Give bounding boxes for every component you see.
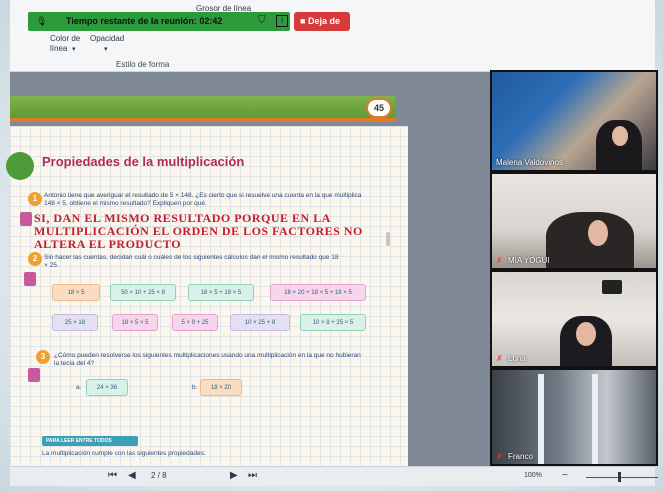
page-number-badge: 45 xyxy=(366,98,392,118)
option-box: 18 × 5 xyxy=(52,284,100,301)
read-together-tag: PARA LEER ENTRE TODOS xyxy=(42,436,138,446)
stop-icon: ■ xyxy=(300,16,306,26)
participant-name: MIA YOGUI xyxy=(508,256,550,265)
page-indicator[interactable]: 2 / 8 xyxy=(151,471,167,480)
zoom-slider[interactable] xyxy=(586,477,658,478)
video-tile[interactable]: ✗ Franco xyxy=(490,368,658,466)
shield-icon[interactable]: ⛉ xyxy=(258,15,266,26)
question-number-3: 3 xyxy=(36,350,50,364)
microphone-icon[interactable]: 🎙︎ xyxy=(36,16,47,27)
question-3-text: ¿Cómo pueden resolverse los siguientes m… xyxy=(54,352,361,367)
answer-box-a: 24 × 36 xyxy=(86,379,128,396)
window-frame xyxy=(592,374,598,464)
meeting-timer-text: Tiempo restante de la reunión: 02:42 xyxy=(66,16,223,26)
screen: Grosor de línea Color de línea ▾ Opacida… xyxy=(0,0,663,491)
zoom-level[interactable]: 100% xyxy=(524,472,542,479)
last-page-icon[interactable]: ⏭ xyxy=(248,470,257,481)
scroll-handle[interactable] xyxy=(386,232,390,246)
worksheet-icon xyxy=(20,212,32,226)
participant-face xyxy=(612,126,628,146)
chevron-down-icon[interactable]: ▾ xyxy=(72,45,76,53)
leave-meeting-label: Deja de xyxy=(307,16,340,26)
page-header-band xyxy=(10,96,395,122)
item-a-label: a. xyxy=(76,384,82,391)
section-bullet xyxy=(6,152,34,180)
option-box: 25 × 18 xyxy=(52,314,98,331)
worksheet-icon xyxy=(28,368,40,382)
video-tile[interactable]: Malena Valdovinos xyxy=(490,70,658,172)
ribbon-group-label: Estilo de forma xyxy=(116,60,170,69)
properties-intro: La multiplicación cumple con las siguien… xyxy=(42,450,206,457)
question-number-2: 2 xyxy=(28,252,42,266)
screen-share-icon xyxy=(602,280,622,294)
prev-page-icon[interactable]: ◀ xyxy=(128,470,136,481)
page-title: Propiedades de la multiplicación xyxy=(42,154,245,169)
first-page-icon[interactable]: ⏮ xyxy=(108,470,117,481)
option-box: 10 × 8 + 25 × 5 xyxy=(300,314,366,331)
typed-answer[interactable]: SI, DAN EL MISMO RESULTADO PORQUE EN LA … xyxy=(34,212,374,251)
chevron-down-icon[interactable]: ▾ xyxy=(104,45,108,53)
mic-off-icon: ✗ xyxy=(496,256,503,265)
item-b-label: b. xyxy=(192,384,198,391)
zoom-out-icon[interactable]: − xyxy=(562,470,568,481)
info-icon[interactable]: i xyxy=(276,15,288,27)
option-box: 18 × 5 × 5 xyxy=(112,314,158,331)
zoom-slider-thumb[interactable] xyxy=(618,472,621,482)
mic-off-icon: ✗ xyxy=(496,452,503,461)
participant-face xyxy=(588,220,608,246)
question-1-text: Antonio tiene que averiguar el resultado… xyxy=(44,192,362,207)
line-color-label-2: línea xyxy=(50,44,68,53)
option-box: 50 × 10 + 25 × 8 xyxy=(110,284,176,301)
mic-off-icon: ✗ xyxy=(496,354,503,363)
option-box: 18 × 20 + 18 × 5 + 18 × 5 xyxy=(270,284,366,301)
participant-name: Malena Valdovinos xyxy=(496,158,564,167)
next-page-icon[interactable]: ▶ xyxy=(230,470,238,481)
participant-name: Franco xyxy=(508,452,533,461)
question-number-1: 1 xyxy=(28,192,42,206)
participant-face xyxy=(576,322,596,346)
option-box: 18 × 5 + 18 × 5 xyxy=(188,284,254,301)
leave-meeting-button[interactable]: ■ Deja de xyxy=(294,12,350,31)
window-frame xyxy=(538,374,544,464)
line-color-button[interactable]: Color de xyxy=(50,34,80,43)
opacity-button[interactable]: Opacidad xyxy=(90,34,124,43)
option-box: 5 × 9 + 25 xyxy=(172,314,218,331)
meeting-timer-bar: 🎙︎ Tiempo restante de la reunión: 02:42 … xyxy=(28,12,290,31)
video-tile[interactable]: ✗ MIA YOGUI xyxy=(490,172,658,270)
question-2-text: Sin hacer las cuentas, decidan cuál o cu… xyxy=(44,254,339,269)
participant-name: Luna xyxy=(508,354,526,363)
status-bar: ⏮ ◀ 2 / 8 ▶ ⏭ 100% − xyxy=(10,466,658,486)
option-box: 10 × 25 + 8 xyxy=(230,314,290,331)
ribbon-toolbar: Grosor de línea Color de línea ▾ Opacida… xyxy=(10,0,655,72)
answer-box-b: 18 × 20 xyxy=(200,379,242,396)
video-tile[interactable]: ✗ Luna xyxy=(490,270,658,368)
worksheet-icon xyxy=(24,272,36,286)
